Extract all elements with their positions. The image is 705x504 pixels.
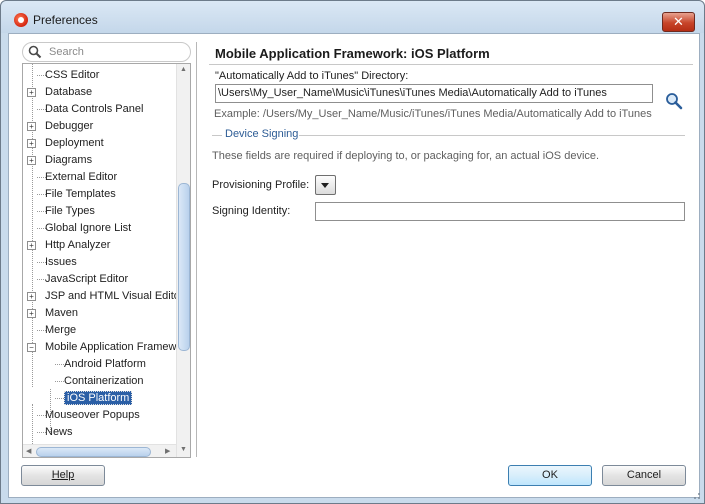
tree-connector <box>55 381 64 382</box>
tree-item-label: Merge <box>45 324 77 336</box>
tree-item[interactable]: Android Platform <box>23 356 176 373</box>
tree-vertical-scrollbar[interactable]: ▲ ▼ <box>176 64 190 457</box>
search-placeholder: Search <box>49 46 84 58</box>
tree-item[interactable]: + Maven <box>23 305 176 322</box>
tree-item-label: Containerization <box>64 375 144 387</box>
page-title: Mobile Application Framework: iOS Platfo… <box>215 46 490 61</box>
scrollbar-thumb[interactable] <box>178 183 190 351</box>
splitter[interactable] <box>196 42 197 457</box>
tree-item[interactable]: + Deployment <box>23 135 176 152</box>
tree-item-label: External Editor <box>45 171 118 183</box>
browse-search-icon[interactable] <box>665 92 683 110</box>
expand-icon[interactable]: + <box>27 139 36 148</box>
search-icon <box>28 45 42 59</box>
tree-item[interactable]: + Diagrams <box>23 152 176 169</box>
tree-item-label: Issues <box>45 256 77 268</box>
tree-item[interactable]: − Mobile Application Framewc <box>23 339 182 356</box>
divider <box>299 135 685 136</box>
window-title: Preferences <box>33 13 98 27</box>
tree-item-label: File Templates <box>45 188 116 200</box>
tree-item-label: Maven <box>45 307 79 319</box>
tree-item-label: Deployment <box>45 137 104 149</box>
tree-item[interactable]: + Database <box>23 84 176 101</box>
tree-item-label: File Types <box>45 205 95 217</box>
expand-icon[interactable]: + <box>27 309 36 318</box>
scroll-left-icon[interactable]: ◀ <box>26 447 31 455</box>
tree-item[interactable]: Issues <box>23 254 176 271</box>
expand-icon[interactable]: + <box>27 156 36 165</box>
tree-item[interactable]: Global Ignore List <box>23 220 176 237</box>
tree-connector <box>55 364 64 365</box>
tree-item-label: JavaScript Editor <box>45 273 129 285</box>
device-signing-hint: These fields are required if deploying t… <box>212 150 600 162</box>
tree-item-label: Mouseover Popups <box>45 409 140 421</box>
help-button[interactable]: Help <box>21 465 105 486</box>
help-button-label: Help <box>51 469 75 481</box>
signing-identity-field[interactable] <box>315 202 685 221</box>
tree-item-label: Mobile Application Framewc <box>45 341 182 353</box>
preferences-tree[interactable]: CSS Editor + Database Data Controls Panel + D… <box>22 63 191 458</box>
dialog-content: Search CSS Editor + Database Data Controls … <box>8 33 700 498</box>
tree-item-label: Database <box>45 86 93 98</box>
provisioning-profile-dropdown[interactable] <box>315 175 336 195</box>
signing-identity-label: Signing Identity: <box>212 205 291 217</box>
tree-item-label: Diagrams <box>45 154 93 166</box>
tree-item[interactable]: File Templates <box>23 186 176 203</box>
divider <box>209 64 693 65</box>
tree-item-label: Data Controls Panel <box>45 103 144 115</box>
itunes-directory-label: "Automatically Add to iTunes" Directory: <box>215 70 409 82</box>
example-text: Example: /Users/My_User_Name/Music/iTune… <box>214 108 652 120</box>
tree-connector <box>55 398 64 399</box>
tree-item-label: Debugger <box>45 120 94 132</box>
scroll-down-icon[interactable]: ▼ <box>180 446 187 453</box>
chevron-down-icon <box>321 183 329 188</box>
expand-icon[interactable]: + <box>27 88 36 97</box>
tree-item[interactable]: CSS Editor <box>23 67 176 84</box>
resize-grip-icon[interactable] <box>691 490 701 500</box>
expand-icon[interactable]: + <box>27 241 36 250</box>
search-input[interactable]: Search <box>22 42 191 62</box>
tree-item[interactable]: Containerization <box>23 373 176 390</box>
tree-item-label: iOS Platform <box>64 391 133 405</box>
tree-item[interactable]: Data Controls Panel <box>23 101 176 118</box>
tree-item[interactable]: Mouseover Popups <box>23 407 176 424</box>
expand-icon[interactable]: + <box>27 122 36 131</box>
tree-item[interactable]: + Debugger <box>23 118 176 135</box>
tree-item-label: News <box>45 426 73 438</box>
tree-item[interactable]: News <box>23 424 176 441</box>
title-bar[interactable]: Preferences ✕ <box>1 1 704 33</box>
ok-button[interactable]: OK <box>508 465 592 486</box>
close-button[interactable]: ✕ <box>662 12 695 32</box>
tree-item[interactable]: iOS Platform <box>23 390 176 407</box>
tree-item-label: Http Analyzer <box>45 239 111 251</box>
tree-item[interactable]: File Types <box>23 203 176 220</box>
tree-item-label: Android Platform <box>64 358 146 370</box>
tree-horizontal-scrollbar[interactable]: ◀ ▶ <box>23 444 176 457</box>
app-logo-icon <box>14 13 28 27</box>
expand-icon[interactable]: + <box>27 292 36 301</box>
cancel-button[interactable]: Cancel <box>602 465 686 486</box>
scroll-up-icon[interactable]: ▲ <box>180 66 187 73</box>
divider <box>212 135 222 136</box>
tree-item[interactable]: JavaScript Editor <box>23 271 176 288</box>
scrollbar-thumb[interactable] <box>36 447 151 457</box>
tree-item-label: CSS Editor <box>45 69 100 81</box>
tree-item[interactable]: External Editor <box>23 169 176 186</box>
scroll-right-icon[interactable]: ▶ <box>165 447 170 455</box>
tree-item[interactable]: + Http Analyzer <box>23 237 176 254</box>
itunes-directory-field[interactable]: \Users\My_User_Name\Music\iTunes\iTunes … <box>215 84 653 103</box>
preferences-dialog: Preferences ✕ Search CSS Editor + Database… <box>0 0 705 504</box>
tree-item-label: Global Ignore List <box>45 222 132 234</box>
provisioning-profile-label: Provisioning Profile: <box>212 179 310 191</box>
tree-item-label: JSP and HTML Visual Editor <box>45 290 184 302</box>
tree-item[interactable]: Merge <box>23 322 176 339</box>
device-signing-header: Device Signing <box>225 128 299 140</box>
collapse-icon[interactable]: − <box>27 343 36 352</box>
tree-item[interactable]: + JSP and HTML Visual Editor <box>23 288 184 305</box>
